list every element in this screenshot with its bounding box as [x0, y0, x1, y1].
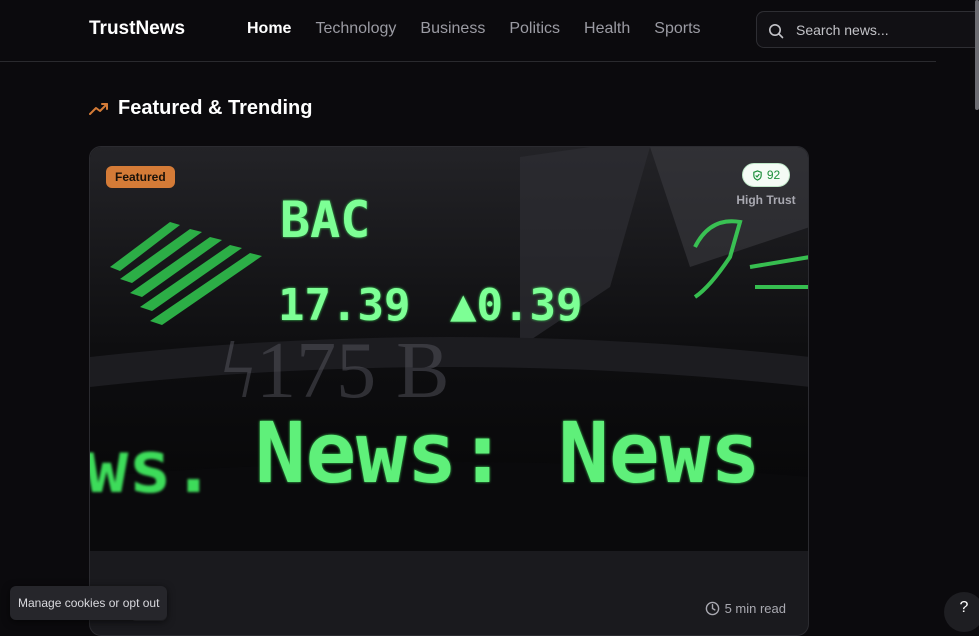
- site-logo[interactable]: TrustNews: [89, 18, 185, 40]
- nav-link-business[interactable]: Business: [420, 20, 485, 38]
- scrolling-news-left: ws.: [90, 425, 215, 509]
- card-meta: ogy 5 min read: [90, 551, 808, 635]
- search-input[interactable]: [796, 20, 976, 40]
- read-time-label: 5 min read: [724, 601, 786, 616]
- ticker-symbol-core: BAC: [280, 191, 370, 249]
- manage-cookies-button[interactable]: Manage cookies or opt out: [10, 586, 168, 620]
- trust-score: 92 High Trust: [736, 163, 796, 207]
- nav-link-home[interactable]: Home: [247, 20, 291, 38]
- trust-score-value: 92: [766, 168, 781, 182]
- trending-up-icon: [89, 102, 108, 115]
- nav-link-health[interactable]: Health: [584, 20, 630, 38]
- help-button[interactable]: ?: [944, 592, 979, 632]
- nav-link-sports[interactable]: Sports: [654, 20, 700, 38]
- search-box[interactable]: [756, 11, 979, 48]
- trust-label: High Trust: [736, 193, 796, 207]
- ticker-image: ϟ175 B BAC BAC 17.39 17.39 ▲0.39 ▲0.39 w…: [90, 147, 808, 551]
- clock-icon: [705, 601, 719, 616]
- nav-link-technology[interactable]: Technology: [315, 20, 396, 38]
- trust-score-pill: 92: [741, 163, 791, 187]
- ticker-change: ▲0.39: [450, 280, 582, 331]
- read-time: 5 min read: [705, 601, 786, 616]
- featured-article-card[interactable]: ϟ175 B BAC BAC 17.39 17.39 ▲0.39 ▲0.39 w…: [89, 146, 809, 636]
- article-hero-image[interactable]: ϟ175 B BAC BAC 17.39 17.39 ▲0.39 ▲0.39 w…: [90, 147, 808, 551]
- shield-check-icon: [753, 169, 762, 181]
- top-navbar: TrustNews Home Technology Business Polit…: [0, 0, 979, 62]
- search-icon: [769, 24, 784, 39]
- page-scrollbar[interactable]: [975, 0, 979, 110]
- ticker-price: 17.39: [278, 280, 410, 331]
- nav-link-politics[interactable]: Politics: [509, 20, 560, 38]
- section-header: Featured & Trending: [89, 97, 312, 120]
- scrolling-news: News: News: [255, 404, 761, 502]
- svg-text:ϟ175 B: ϟ175 B: [220, 327, 449, 415]
- featured-badge: Featured: [106, 166, 175, 188]
- section-title: Featured & Trending: [118, 97, 313, 119]
- main-nav: Home Technology Business Politics Health…: [247, 20, 725, 38]
